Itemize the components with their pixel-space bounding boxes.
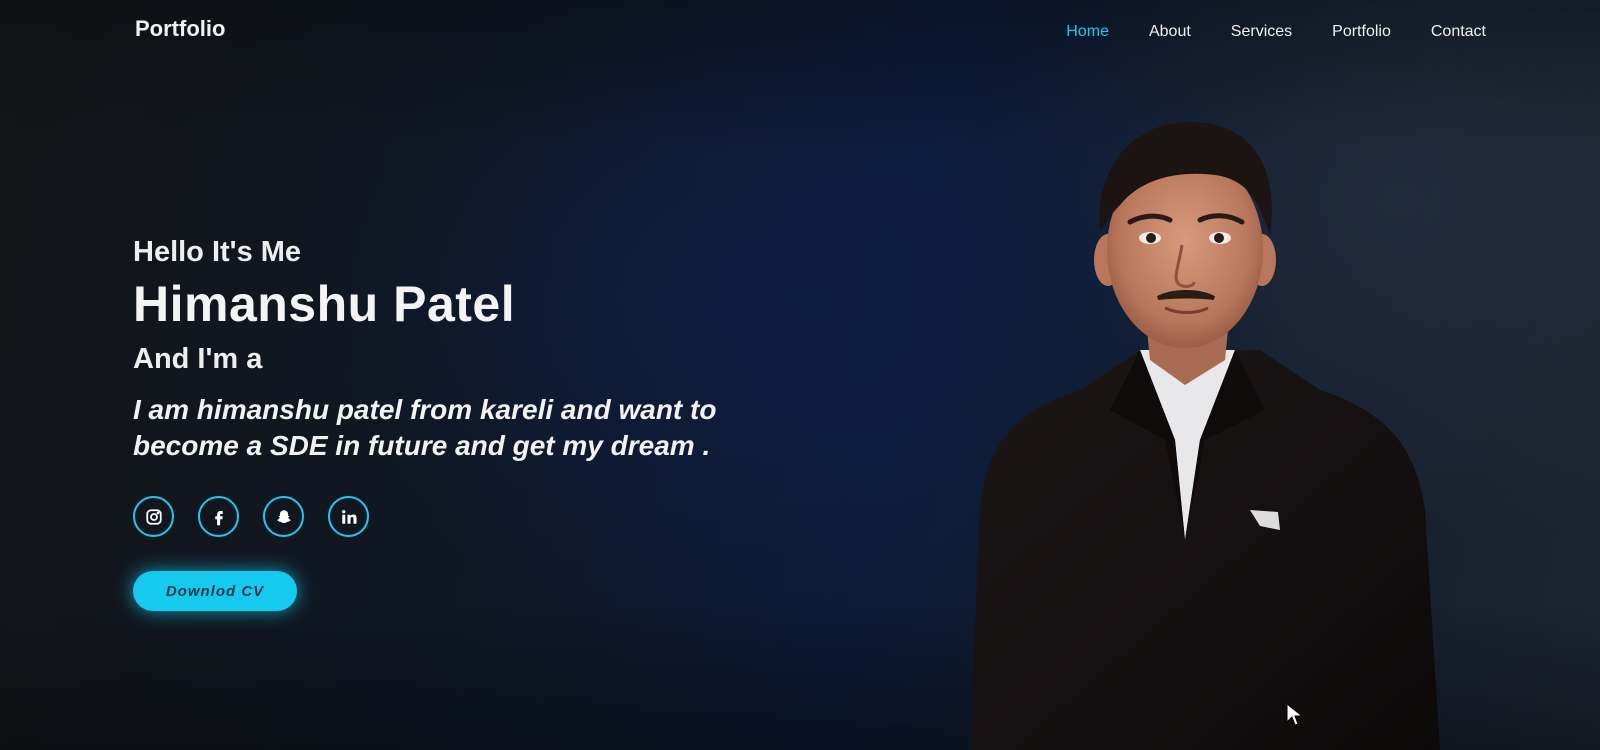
portfolio-page: Portfolio Home About Services Portfolio … — [0, 0, 1600, 750]
nav-services[interactable]: Services — [1231, 23, 1292, 41]
snapchat-icon — [276, 509, 291, 523]
profile-photo — [970, 121, 1440, 750]
main-nav: Home About Services Portfolio Contact — [1066, 23, 1486, 41]
site-logo[interactable]: Portfolio — [135, 16, 225, 42]
instagram-link[interactable] — [133, 496, 174, 537]
social-links — [133, 496, 853, 537]
facebook-icon — [214, 510, 223, 525]
hero-name: Himanshu Patel — [133, 276, 516, 332]
hero-greeting: Hello It's Me — [133, 236, 302, 268]
hero-section: Hello It's Me Himanshu Patel And I'm a I… — [133, 236, 853, 611]
hero-description: I am himanshu patel from kareli and want… — [133, 394, 717, 461]
mouse-cursor-icon — [1286, 703, 1304, 726]
facebook-link[interactable] — [198, 496, 239, 537]
nav-contact[interactable]: Contact — [1431, 23, 1486, 41]
nav-portfolio[interactable]: Portfolio — [1332, 23, 1391, 41]
nav-about[interactable]: About — [1149, 23, 1191, 41]
linkedin-link[interactable] — [328, 496, 369, 537]
instagram-icon — [145, 508, 162, 525]
hero-role: And I'm a — [133, 343, 263, 375]
nav-home[interactable]: Home — [1066, 23, 1109, 41]
download-cv-button[interactable]: Downlod CV — [133, 571, 297, 611]
linkedin-icon — [341, 509, 356, 524]
snapchat-link[interactable] — [263, 496, 304, 537]
